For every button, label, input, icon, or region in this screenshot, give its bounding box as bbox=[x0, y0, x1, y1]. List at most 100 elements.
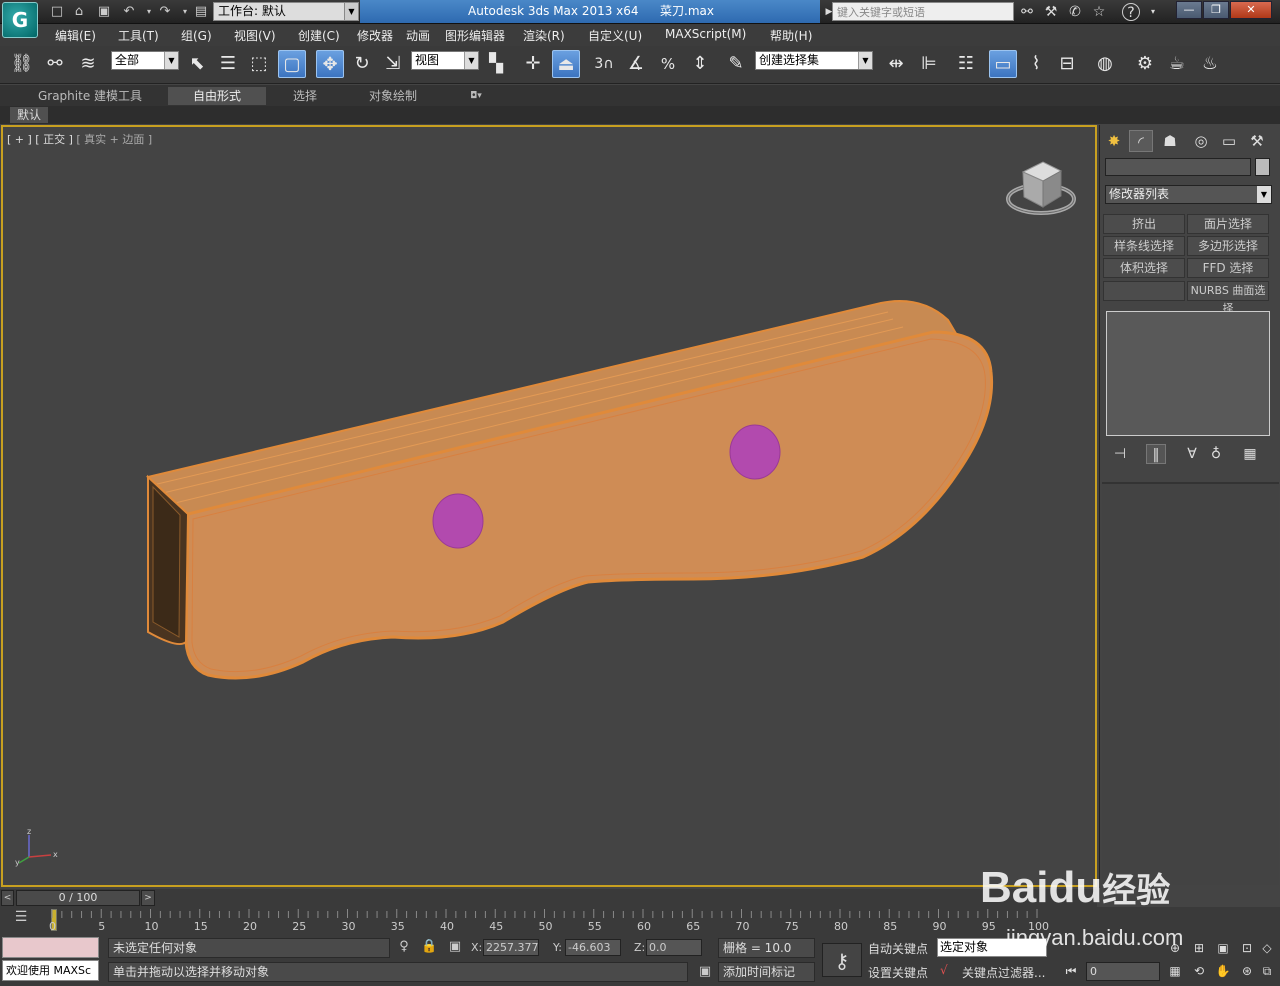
menu-tools[interactable]: 工具(T) bbox=[118, 27, 159, 44]
open-file-icon[interactable]: ⌂ bbox=[70, 3, 88, 21]
select-and-link-icon[interactable]: ⛓ bbox=[8, 50, 36, 78]
redo-icon[interactable]: ↷ bbox=[156, 3, 174, 21]
project-folder-icon[interactable]: ▤ bbox=[192, 3, 210, 21]
show-end-result-icon[interactable]: ‖ bbox=[1146, 444, 1166, 464]
y-coord-input[interactable]: -46.603 bbox=[565, 939, 621, 956]
graphite-toggle-icon[interactable]: ▭ bbox=[989, 50, 1017, 78]
field-of-view-icon[interactable]: ◇ bbox=[1258, 939, 1276, 957]
extrude-button[interactable]: 挤出 bbox=[1103, 214, 1185, 234]
tab-object-paint[interactable]: 对象绘制 bbox=[344, 87, 442, 105]
menu-modifiers[interactable]: 修改器 bbox=[357, 27, 393, 44]
arc-rotate-icon[interactable]: ⊛ bbox=[1238, 962, 1256, 980]
utilities-tab-icon[interactable]: ⚒ bbox=[1245, 130, 1269, 152]
time-slider-prev-button[interactable]: < bbox=[1, 890, 14, 906]
zoom-all-icon[interactable]: ⊞ bbox=[1190, 939, 1208, 957]
modify-tab-icon[interactable]: ◜ bbox=[1129, 130, 1153, 152]
menu-graph-editors[interactable]: 图形编辑器 bbox=[445, 27, 505, 44]
time-slider-next-button[interactable]: > bbox=[141, 890, 155, 906]
remove-modifier-icon[interactable]: ♁ bbox=[1206, 444, 1226, 464]
maximize-button[interactable]: ❐ bbox=[1203, 1, 1229, 19]
menu-group[interactable]: 组(G) bbox=[181, 27, 212, 44]
menu-view[interactable]: 视图(V) bbox=[234, 27, 276, 44]
menu-customize[interactable]: 自定义(U) bbox=[588, 27, 642, 44]
app-logo-icon[interactable]: G bbox=[2, 2, 38, 38]
configure-modifier-sets-icon[interactable]: ▦ bbox=[1240, 444, 1260, 464]
communication-icon[interactable]: ✆ bbox=[1066, 3, 1084, 21]
tab-graphite-modeling[interactable]: Graphite 建模工具 bbox=[10, 87, 170, 105]
maxscript-listener-mini[interactable] bbox=[2, 937, 99, 958]
angle-snap-icon[interactable]: ∡ bbox=[622, 50, 650, 78]
minimize-button[interactable]: — bbox=[1176, 1, 1202, 19]
subscription-icon[interactable]: ⚒ bbox=[1042, 3, 1060, 21]
pan-hand-icon[interactable]: ✋ bbox=[1214, 962, 1232, 980]
key-filters-button[interactable]: 关键点过滤器... bbox=[962, 964, 1045, 981]
zoom-region-icon[interactable]: ▦ bbox=[1166, 962, 1184, 980]
percent-snap-icon[interactable]: % bbox=[654, 50, 682, 78]
help-dropdown-icon[interactable]: ▾ bbox=[1144, 3, 1162, 21]
object-color-swatch[interactable] bbox=[1255, 158, 1270, 176]
align-icon[interactable]: ⊫ bbox=[915, 50, 943, 78]
layer-manager-icon[interactable]: ☷ bbox=[952, 50, 980, 78]
viewport-orthographic[interactable]: [ + ] [ 正交 ] [ 真实 + 边面 ] z x y bbox=[1, 125, 1097, 887]
orbit-icon[interactable]: ⟲ bbox=[1190, 962, 1208, 980]
maxscript-welcome-text[interactable]: 欢迎使用 MAXSc bbox=[2, 960, 99, 981]
viewport-shading-mode[interactable]: [ 真实 + 边面 ] bbox=[76, 133, 152, 146]
rivet-hole-right[interactable] bbox=[729, 424, 781, 480]
hierarchy-tab-icon[interactable]: ☗ bbox=[1158, 130, 1182, 152]
bind-space-warp-icon[interactable]: ≋ bbox=[74, 50, 102, 78]
select-and-manipulate-icon[interactable]: ✛ bbox=[519, 50, 547, 78]
key-mode-select[interactable]: 选定对象 bbox=[937, 938, 1047, 957]
zoom-extents-icon[interactable]: ▣ bbox=[1214, 939, 1232, 957]
display-tab-icon[interactable]: ▭ bbox=[1217, 130, 1241, 152]
mirror-icon[interactable]: ⇹ bbox=[882, 50, 910, 78]
rectangular-selection-icon[interactable]: ⬚ bbox=[245, 50, 273, 78]
viewcube-icon[interactable] bbox=[1006, 161, 1076, 215]
pin-stack-icon[interactable]: ⊣ bbox=[1110, 444, 1130, 464]
spline-select-button[interactable]: 样条线选择 bbox=[1103, 236, 1185, 256]
curve-editor-icon[interactable]: ⌇ bbox=[1022, 50, 1050, 78]
window-crossing-icon[interactable]: ▢ bbox=[278, 50, 306, 78]
object-name-input[interactable] bbox=[1105, 158, 1251, 176]
track-bar[interactable]: ☰ 0 5 10 15 20 25 30 35 40 45 50 55 60 65 70 75 80 85 90 95… bbox=[0, 907, 1280, 935]
select-and-move-icon[interactable]: ✥ bbox=[316, 50, 344, 78]
select-and-rotate-icon[interactable]: ↻ bbox=[348, 50, 376, 78]
new-file-icon[interactable]: □ bbox=[48, 3, 66, 21]
close-button[interactable]: ✕ bbox=[1230, 1, 1272, 19]
search-input[interactable]: 键入关键字或短语 bbox=[832, 2, 1014, 21]
mini-curve-editor-icon[interactable]: ☰ bbox=[6, 909, 36, 931]
workspace-select[interactable]: 工作台: 默认 ▼ bbox=[213, 2, 359, 21]
x-coord-input[interactable]: 2257.377 bbox=[483, 939, 539, 956]
set-key-button[interactable]: 设置关键点 bbox=[868, 964, 928, 981]
maximize-viewport-icon[interactable]: ⧉ bbox=[1258, 962, 1276, 980]
empty-modifier-button[interactable] bbox=[1103, 281, 1185, 301]
ribbon-default-label[interactable]: 默认 bbox=[10, 107, 48, 123]
undo-icon[interactable]: ↶ bbox=[120, 3, 138, 21]
unlink-icon[interactable]: ⚯ bbox=[41, 50, 69, 78]
current-frame-input[interactable]: 0 bbox=[1086, 962, 1160, 981]
zoom-extents-all-icon[interactable]: ⊡ bbox=[1238, 939, 1256, 957]
make-unique-icon[interactable]: ∀ bbox=[1182, 444, 1202, 464]
menu-maxscript[interactable]: MAXScript(M) bbox=[665, 27, 746, 41]
poly-select-button[interactable]: 多边形选择 bbox=[1187, 236, 1269, 256]
menu-help[interactable]: 帮助(H) bbox=[770, 27, 812, 44]
time-slider-thumb[interactable]: 0 / 100 bbox=[16, 890, 140, 906]
ffd-select-button[interactable]: FFD 选择 bbox=[1187, 258, 1269, 278]
tab-selection[interactable]: 选择 bbox=[268, 87, 342, 105]
scene-canvas[interactable] bbox=[3, 127, 1095, 885]
menu-create[interactable]: 创建(C) bbox=[298, 27, 340, 44]
modifier-stack[interactable] bbox=[1106, 311, 1270, 436]
motion-tab-icon[interactable]: ◎ bbox=[1189, 130, 1213, 152]
menu-animation[interactable]: 动画 bbox=[406, 27, 430, 44]
pivot-center-icon[interactable]: ▚ bbox=[482, 50, 510, 78]
nurbs-surface-select-button[interactable]: NURBS 曲面选择 bbox=[1187, 281, 1269, 315]
viewport-point-of-view[interactable]: [ 正交 ] bbox=[35, 133, 73, 146]
snaps-toggle-icon[interactable]: 3∩ bbox=[590, 50, 618, 78]
favorites-star-icon[interactable]: ☆ bbox=[1090, 3, 1108, 21]
material-editor-icon[interactable]: ◍ bbox=[1091, 50, 1119, 78]
viewport-label[interactable]: [ + ] [ 正交 ] [ 真实 + 边面 ] bbox=[7, 131, 152, 147]
render-setup-icon[interactable]: ⚙ bbox=[1131, 50, 1159, 78]
rivet-hole-left[interactable] bbox=[432, 493, 484, 549]
tab-freeform[interactable]: 自由形式 bbox=[168, 87, 266, 105]
set-key-icon[interactable]: ⚷ bbox=[822, 943, 862, 977]
volume-select-button[interactable]: 体积选择 bbox=[1103, 258, 1185, 278]
